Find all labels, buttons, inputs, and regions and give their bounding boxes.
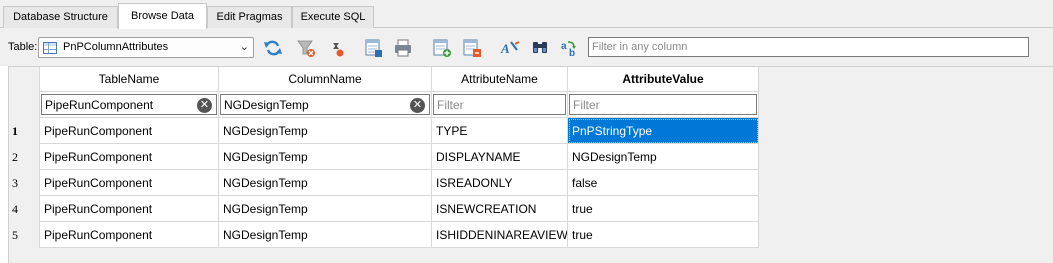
print-icon — [395, 39, 411, 57]
filter-input-columnname[interactable] — [221, 95, 429, 114]
svg-text:A: A — [500, 41, 510, 56]
insert-record-button[interactable] — [432, 38, 452, 58]
filter-all-columns-input[interactable] — [588, 37, 1029, 57]
table-cell[interactable]: ISHIDDENINAREAVIEW — [432, 222, 568, 248]
clear-filters-button[interactable] — [296, 38, 316, 58]
column-header-attributename[interactable]: AttributeName — [432, 67, 568, 92]
delete-record-icon — [463, 39, 481, 57]
refresh-icon — [264, 40, 282, 56]
table-cell[interactable]: NGDesignTemp — [219, 118, 432, 144]
browse-data-panel: Table: PnPColumnAttributes ⌄ A a b Filte… — [0, 28, 1053, 263]
table-cell[interactable]: TYPE — [432, 118, 568, 144]
filter-box-columnname: ✕ — [220, 94, 430, 115]
row-header[interactable]: 3 — [9, 170, 40, 196]
clear-filter-icon[interactable]: ✕ — [410, 98, 425, 113]
tab-bar: Database Structure Browse Data Edit Prag… — [0, 0, 1053, 29]
find-icon — [533, 42, 547, 53]
print-button[interactable] — [393, 38, 413, 58]
replace-button[interactable]: a b — [560, 38, 580, 58]
table-select-value: PnPColumnAttributes — [63, 41, 169, 53]
replace-icon: a b — [561, 41, 576, 58]
column-header-tablename[interactable]: TableName — [40, 67, 219, 92]
filter-input-attributename[interactable] — [434, 95, 565, 114]
table-cell[interactable]: DISPLAYNAME — [432, 144, 568, 170]
table-cell-selected[interactable]: PnPStringType — [568, 118, 759, 144]
svg-text:b: b — [569, 48, 575, 58]
table-cell[interactable]: ISREADONLY — [432, 170, 568, 196]
table-cell[interactable]: PipeRunComponent — [40, 222, 219, 248]
clear-filter-icon[interactable]: ✕ — [197, 98, 212, 113]
filter-cell-attributename — [432, 92, 568, 118]
filter-cell-tablename: ✕ — [40, 92, 219, 118]
refresh-button[interactable] — [263, 38, 283, 58]
filter-box-tablename: ✕ — [41, 94, 217, 115]
filter-cell-columnname: ✕ — [219, 92, 432, 118]
table-cell[interactable]: PipeRunComponent — [40, 144, 219, 170]
insert-record-icon — [433, 39, 451, 57]
svg-text:a: a — [561, 41, 567, 52]
table-cell[interactable]: NGDesignTemp — [219, 144, 432, 170]
table-cell[interactable]: ISNEWCREATION — [432, 196, 568, 222]
row-header[interactable]: 5 — [9, 222, 40, 248]
table-cell[interactable]: NGDesignTemp — [219, 170, 432, 196]
filter-box-attributevalue — [569, 94, 757, 115]
filter-cell-attributevalue — [568, 92, 759, 118]
table-cell[interactable]: PipeRunComponent — [40, 170, 219, 196]
tab-execute-sql[interactable]: Execute SQL — [292, 6, 374, 28]
table-cell[interactable]: PipeRunComponent — [40, 118, 219, 144]
set-encoding-icon: A — [500, 41, 520, 56]
row-header[interactable]: 1 — [9, 118, 40, 144]
tab-edit-pragmas[interactable]: Edit Pragmas — [207, 6, 292, 28]
filter-input-tablename[interactable] — [42, 95, 216, 114]
chevron-down-icon: ⌄ — [239, 41, 249, 53]
table-cell[interactable]: NGDesignTemp — [568, 144, 759, 170]
column-header-columnname[interactable]: ColumnName — [219, 67, 432, 92]
table-cell[interactable]: NGDesignTemp — [219, 196, 432, 222]
filter-input-attributevalue[interactable] — [570, 95, 756, 114]
column-header-attributevalue[interactable]: AttributeValue — [568, 67, 759, 92]
table-cell[interactable]: true — [568, 196, 759, 222]
grid-corner[interactable] — [9, 67, 40, 119]
row-header[interactable]: 4 — [9, 196, 40, 222]
save-table-button[interactable] — [364, 38, 384, 58]
tab-database-structure[interactable]: Database Structure — [3, 6, 118, 28]
table-cell[interactable]: true — [568, 222, 759, 248]
table-cell[interactable]: NGDesignTemp — [219, 222, 432, 248]
delete-record-button[interactable] — [462, 38, 482, 58]
filter-box-attributename — [433, 94, 566, 115]
table-select[interactable]: PnPColumnAttributes ⌄ — [38, 37, 254, 58]
find-button[interactable] — [530, 38, 550, 58]
clear-sorting-button[interactable] — [326, 38, 346, 58]
browse-toolbar: Table: PnPColumnAttributes ⌄ A a b Filte… — [0, 28, 1053, 66]
sort-clear-icon — [333, 43, 344, 57]
table-label: Table: — [8, 41, 38, 53]
row-header[interactable]: 2 — [9, 144, 40, 170]
save-table-icon — [365, 39, 382, 57]
table-cell[interactable]: false — [568, 170, 759, 196]
filter-all-columns-field[interactable] — [589, 38, 1028, 56]
set-encoding-button[interactable]: A — [500, 38, 520, 58]
clear-filters-icon — [297, 40, 315, 57]
data-grid: TableName ColumnName AttributeName Attri… — [8, 66, 1053, 263]
tab-browse-data[interactable]: Browse Data — [118, 3, 207, 29]
table-cell[interactable]: PipeRunComponent — [40, 196, 219, 222]
table-icon — [43, 42, 57, 54]
